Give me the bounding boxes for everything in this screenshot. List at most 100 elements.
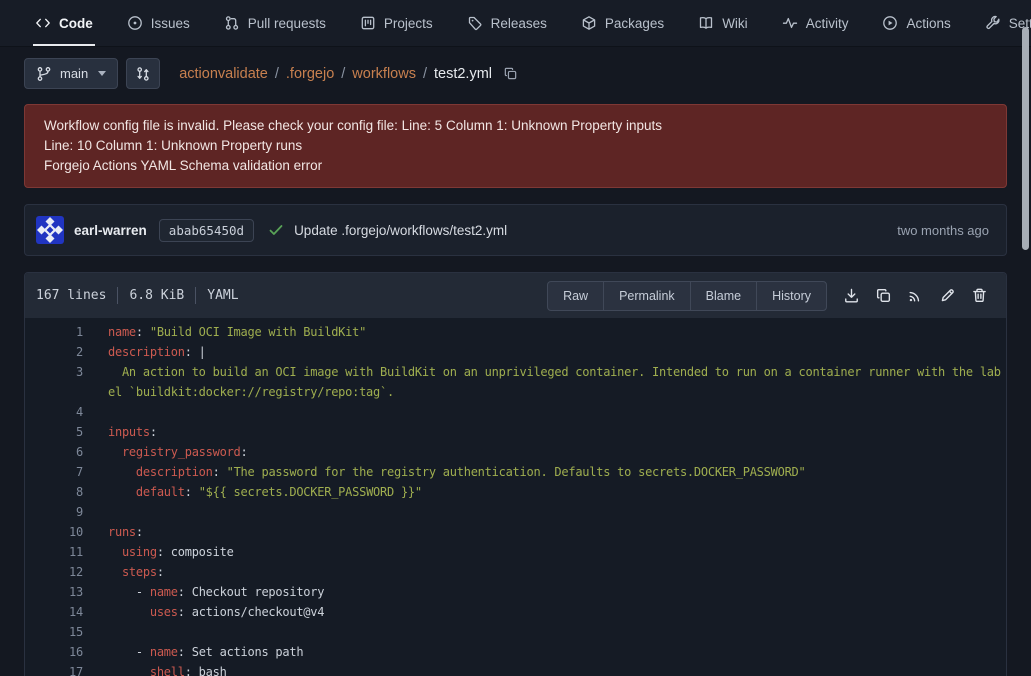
file-action-icons xyxy=(835,280,995,312)
code-line-5: 5inputs: xyxy=(25,422,1006,442)
tab-releases[interactable]: Releases xyxy=(465,0,549,46)
line-number[interactable]: 6 xyxy=(25,442,83,462)
tab-label: Activity xyxy=(806,16,849,31)
file-toolbar: main actionvalidate/.forgejo/workflows/t… xyxy=(24,58,1007,89)
code-text: name: "Build OCI Image with BuildKit" xyxy=(83,322,366,342)
file-meta: 167 lines 6.8 KiB YAML xyxy=(36,287,239,304)
file-view: 167 lines 6.8 KiB YAML RawPermalinkBlame… xyxy=(24,272,1007,676)
issues-icon xyxy=(127,15,143,31)
code-text xyxy=(83,502,108,522)
branch-icon xyxy=(36,66,52,82)
scrollbar-thumb[interactable] xyxy=(1022,27,1029,250)
line-number[interactable]: 5 xyxy=(25,422,83,442)
code-text: - name: Set actions path xyxy=(83,642,303,662)
line-number[interactable]: 7 xyxy=(25,462,83,482)
code-line-7: 7 description: "The password for the reg… xyxy=(25,462,1006,482)
breadcrumb-item-workflows[interactable]: workflows xyxy=(352,66,416,82)
branch-label: main xyxy=(60,66,88,81)
download-button[interactable] xyxy=(835,280,867,312)
line-number[interactable]: 13 xyxy=(25,582,83,602)
code-line-8: 8 default: "${{ secrets.DOCKER_PASSWORD … xyxy=(25,482,1006,502)
tab-label: Issues xyxy=(151,16,190,31)
code-text: description: "The password for the regis… xyxy=(83,462,806,482)
line-number[interactable] xyxy=(25,382,83,402)
tab-activity[interactable]: Activity xyxy=(780,0,851,46)
line-number[interactable]: 2 xyxy=(25,342,83,362)
code-text: inputs: xyxy=(83,422,157,442)
breadcrumb-item-actionvalidate[interactable]: actionvalidate xyxy=(179,66,268,82)
tab-issues[interactable]: Issues xyxy=(125,0,192,46)
settings-icon xyxy=(985,15,1001,31)
releases-icon xyxy=(467,15,483,31)
tab-packages[interactable]: Packages xyxy=(579,0,666,46)
code-line-6: 6 registry_password: xyxy=(25,442,1006,462)
line-number[interactable]: 3 xyxy=(25,362,83,382)
tab-code[interactable]: Code xyxy=(33,0,95,46)
tab-label: Pull requests xyxy=(248,16,326,31)
line-number[interactable]: 1 xyxy=(25,322,83,342)
compare-button[interactable] xyxy=(126,58,160,89)
permalink-button[interactable]: Permalink xyxy=(603,281,691,311)
repo-nav-tabs: Code Issues Pull requests Projects Releases P… xyxy=(0,0,1031,47)
code-text xyxy=(83,402,108,422)
tab-actions[interactable]: Actions xyxy=(880,0,952,46)
code-text: - name: Checkout repository xyxy=(83,582,324,602)
code-line-9: 9 xyxy=(25,502,1006,522)
line-number[interactable]: 17 xyxy=(25,662,83,676)
repo-file-page: Code Issues Pull requests Projects Releases P… xyxy=(0,0,1031,676)
download-icon xyxy=(843,287,860,304)
code-line-15: 15 xyxy=(25,622,1006,642)
tab-projects[interactable]: Projects xyxy=(358,0,435,46)
tab-label: Projects xyxy=(384,16,433,31)
avatar[interactable] xyxy=(36,216,64,244)
copy-path-button[interactable] xyxy=(503,66,518,81)
compare-icon xyxy=(135,66,151,82)
check-icon xyxy=(268,222,284,238)
edit-button[interactable] xyxy=(931,280,963,312)
actions-icon xyxy=(882,15,898,31)
code-line-16: 16 - name: Set actions path xyxy=(25,642,1006,662)
tab-label: Releases xyxy=(491,16,547,31)
code-text: runs: xyxy=(83,522,143,542)
line-number[interactable]: 12 xyxy=(25,562,83,582)
commit-message[interactable]: Update .forgejo/workflows/test2.yml xyxy=(294,223,507,238)
code-line-1: 1name: "Build OCI Image with BuildKit" xyxy=(25,322,1006,342)
code-line-10: 10runs: xyxy=(25,522,1006,542)
error-line: Forgejo Actions YAML Schema validation e… xyxy=(44,156,987,176)
blame-button[interactable]: Blame xyxy=(690,281,757,311)
divider xyxy=(117,287,118,304)
file-language: YAML xyxy=(207,288,238,303)
breadcrumb-item--forgejo[interactable]: .forgejo xyxy=(286,66,334,82)
packages-icon xyxy=(581,15,597,31)
line-number[interactable]: 10 xyxy=(25,522,83,542)
file-lines-count: 167 lines xyxy=(36,288,106,303)
breadcrumb-item-test2-yml: test2.yml xyxy=(434,66,492,82)
line-number[interactable]: 15 xyxy=(25,622,83,642)
copy-button[interactable] xyxy=(867,280,899,312)
commit-hash-badge[interactable]: abab65450d xyxy=(159,219,254,242)
code-line-3: 3 An action to build an OCI image with B… xyxy=(25,362,1006,382)
tab-label: Actions xyxy=(906,16,950,31)
branch-selector[interactable]: main xyxy=(24,58,118,89)
line-number[interactable]: 14 xyxy=(25,602,83,622)
code-text: description: | xyxy=(83,342,206,362)
wiki-icon xyxy=(698,15,714,31)
commit-age: two months ago xyxy=(897,223,995,238)
raw-button[interactable]: Raw xyxy=(547,281,604,311)
commit-author[interactable]: earl-warren xyxy=(74,223,147,238)
code-text: registry_password: xyxy=(83,442,248,462)
tab-wiki[interactable]: Wiki xyxy=(696,0,750,46)
line-number[interactable]: 9 xyxy=(25,502,83,522)
tab-pull-requests[interactable]: Pull requests xyxy=(222,0,328,46)
line-number[interactable]: 8 xyxy=(25,482,83,502)
line-number[interactable]: 4 xyxy=(25,402,83,422)
rss-button[interactable] xyxy=(899,280,931,312)
edit-icon xyxy=(939,287,956,304)
delete-button[interactable] xyxy=(963,280,995,312)
chevron-down-icon xyxy=(98,71,106,76)
line-number[interactable]: 16 xyxy=(25,642,83,662)
history-button[interactable]: History xyxy=(756,281,827,311)
line-number[interactable]: 11 xyxy=(25,542,83,562)
code-text: default: "${{ secrets.DOCKER_PASSWORD }}… xyxy=(83,482,422,502)
code-text: An action to build an OCI image with Bui… xyxy=(83,362,1001,382)
